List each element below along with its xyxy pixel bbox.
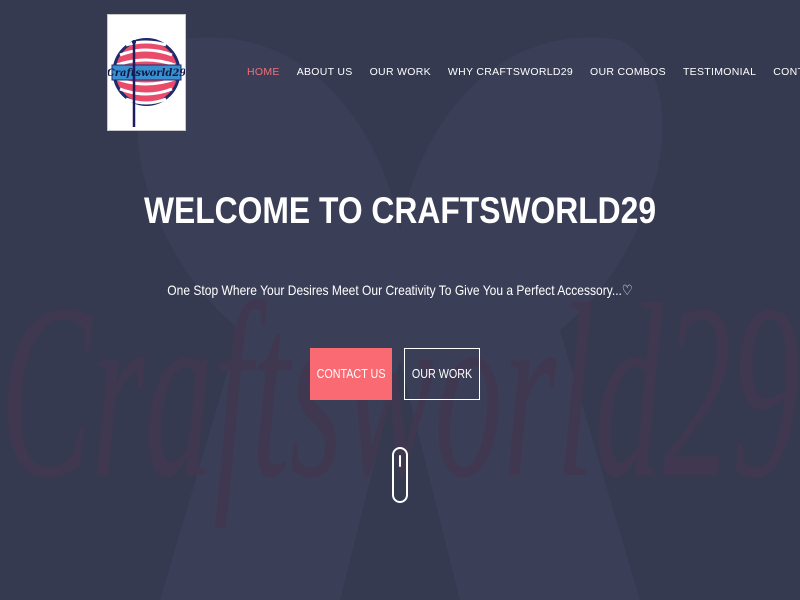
site-logo[interactable]: Craftsworld29 — [107, 14, 186, 131]
hero-subtitle: One Stop Where Your Desires Meet Our Cre… — [167, 282, 633, 298]
hero-title: WELCOME TO CRAFTSWORLD29 — [143, 190, 657, 231]
our-work-button-label: OUR WORK — [411, 367, 473, 381]
main-nav: HOME ABOUT US OUR WORK WHY CRAFTSWORLD29… — [247, 66, 800, 78]
nav-item-home[interactable]: HOME — [247, 66, 280, 78]
contact-us-button[interactable]: CONTACT US — [310, 348, 392, 400]
nav-item-about-us[interactable]: ABOUT US — [297, 66, 353, 78]
page: Craftsworld29 Craftsworld29 HOME ABOUT U… — [0, 0, 800, 600]
logo-emblem: Craftsworld29 — [108, 38, 185, 127]
nav-item-testimonial[interactable]: TESTIMONIAL — [683, 66, 756, 78]
nav-item-our-combos[interactable]: OUR COMBOS — [590, 66, 666, 78]
our-work-button[interactable]: OUR WORK — [404, 348, 480, 400]
nav-item-our-work[interactable]: OUR WORK — [370, 66, 431, 78]
nav-item-why-craftsworld29[interactable]: WHY CRAFTSWORLD29 — [448, 66, 573, 78]
mouse-scroll-icon[interactable] — [391, 446, 409, 504]
contact-us-button-label: CONTACT US — [316, 367, 386, 381]
logo-text: Craftsworld29 — [108, 68, 185, 79]
nav-item-contact-us[interactable]: CONTACT US — [773, 66, 800, 78]
